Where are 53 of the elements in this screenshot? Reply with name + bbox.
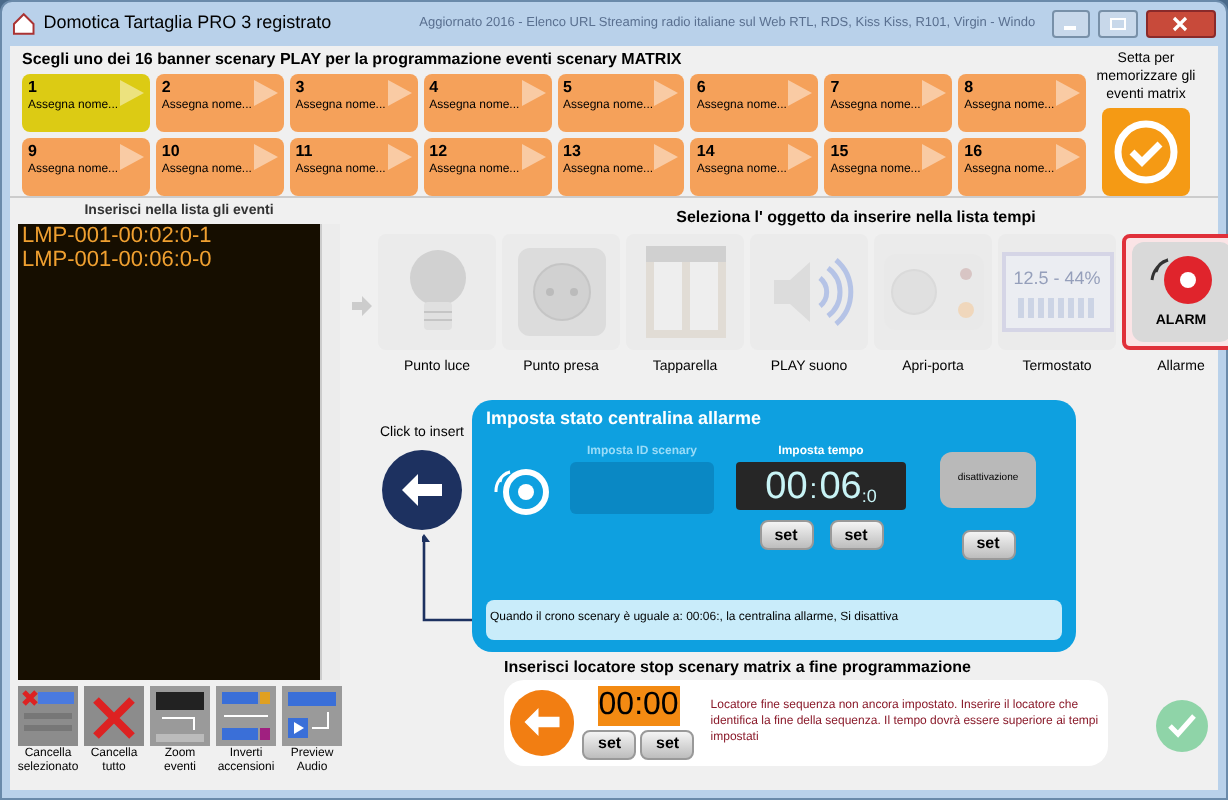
play-icon (922, 80, 947, 106)
play-icon (654, 144, 679, 170)
play-icon (119, 80, 144, 106)
zoom-icon (150, 685, 210, 745)
arrow-left-icon (524, 708, 561, 736)
set-button[interactable]: set (829, 520, 883, 550)
play-file-icon (282, 685, 342, 745)
scrollbar[interactable] (320, 223, 340, 679)
set-button[interactable]: set (640, 729, 695, 759)
play-icon (253, 144, 278, 170)
play-icon (387, 144, 412, 170)
play-icon (922, 144, 947, 170)
socket-icon (513, 244, 609, 340)
play-icon (1056, 144, 1080, 170)
play-icon (788, 80, 813, 106)
play-icon (654, 80, 679, 106)
scenary-id-field[interactable] (570, 462, 714, 514)
banners-heading: Scegli uno dei 16 banner scenary PLAY per la programmazione eventi scenary MATRIX (22, 50, 684, 70)
window-title: Domotica Tartaglia PRO 3 registrato (43, 10, 332, 37)
event-entry[interactable]: LMP-001-00:02:0-1 (22, 223, 320, 247)
set-button[interactable]: set (582, 729, 637, 759)
objects-title: Seleziona l' oggetto da inserire nella lista tempi (674, 206, 1038, 230)
close-button[interactable] (1145, 10, 1216, 38)
delete-selected-icon (18, 685, 78, 745)
play-icon (788, 144, 813, 170)
play-icon (521, 144, 545, 170)
delete-all-icon (84, 685, 144, 745)
locator-title: Inserisci locatore stop scenary matrix a fine programmazione (504, 655, 973, 679)
minimize-button[interactable] (1051, 10, 1091, 38)
play-icon (119, 144, 144, 170)
time-display: 00:06:0 (736, 462, 906, 510)
check-icon (1166, 711, 1198, 739)
window-icon (641, 242, 729, 342)
house-icon (12, 12, 36, 36)
locator-time: 00:00 (597, 685, 680, 725)
invert-icon (216, 685, 276, 745)
arrow-left-icon (402, 474, 442, 506)
play-icon (1056, 80, 1080, 106)
insert-button[interactable] (382, 450, 462, 530)
set-button[interactable]: set (759, 520, 813, 550)
set-button[interactable]: set (961, 529, 1015, 559)
thermostat-display: 12.5 - 44% (1001, 252, 1113, 332)
maximize-button[interactable] (1098, 10, 1138, 38)
alarm-panel-title: Imposta stato centralina allarme (486, 405, 764, 432)
arrow-right-icon (352, 296, 372, 317)
play-icon (387, 80, 412, 106)
close-icon (1172, 16, 1189, 32)
locator-insert-button[interactable] (510, 689, 575, 755)
play-icon (521, 80, 545, 106)
save-button[interactable] (1102, 108, 1190, 196)
play-icon (253, 80, 278, 106)
confirm-button[interactable] (1156, 699, 1208, 751)
event-entry[interactable]: LMP-001-00:06:0-0 (22, 247, 320, 271)
